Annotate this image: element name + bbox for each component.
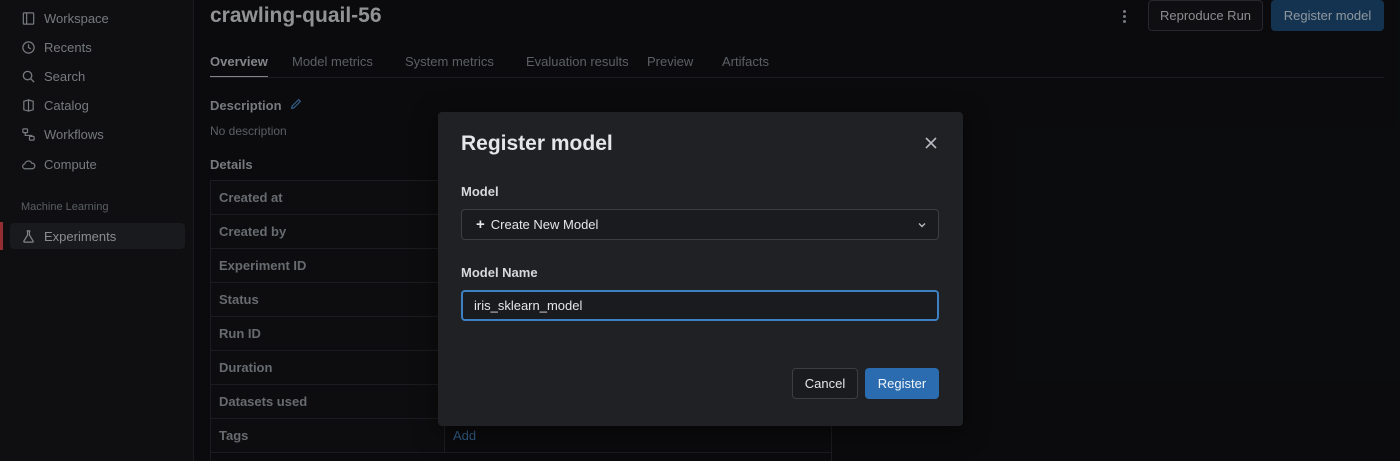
model-select[interactable]: + Create New Model [461,209,939,240]
chevron-down-icon [918,223,926,228]
app-root: Workspace Recents Search Catalog Workflo… [0,0,1400,461]
close-icon[interactable] [923,135,939,151]
model-name-field-label: Model Name [461,265,538,280]
register-button[interactable]: Register [865,368,939,399]
model-field-label: Model [461,184,499,199]
dialog-title: Register model [461,132,613,155]
register-model-dialog: Register model Model + Create New Model … [438,112,963,426]
model-name-input[interactable] [461,290,939,321]
model-select-value: Create New Model [490,217,599,232]
cancel-button[interactable]: Cancel [792,368,858,399]
plus-icon: + [476,216,485,233]
